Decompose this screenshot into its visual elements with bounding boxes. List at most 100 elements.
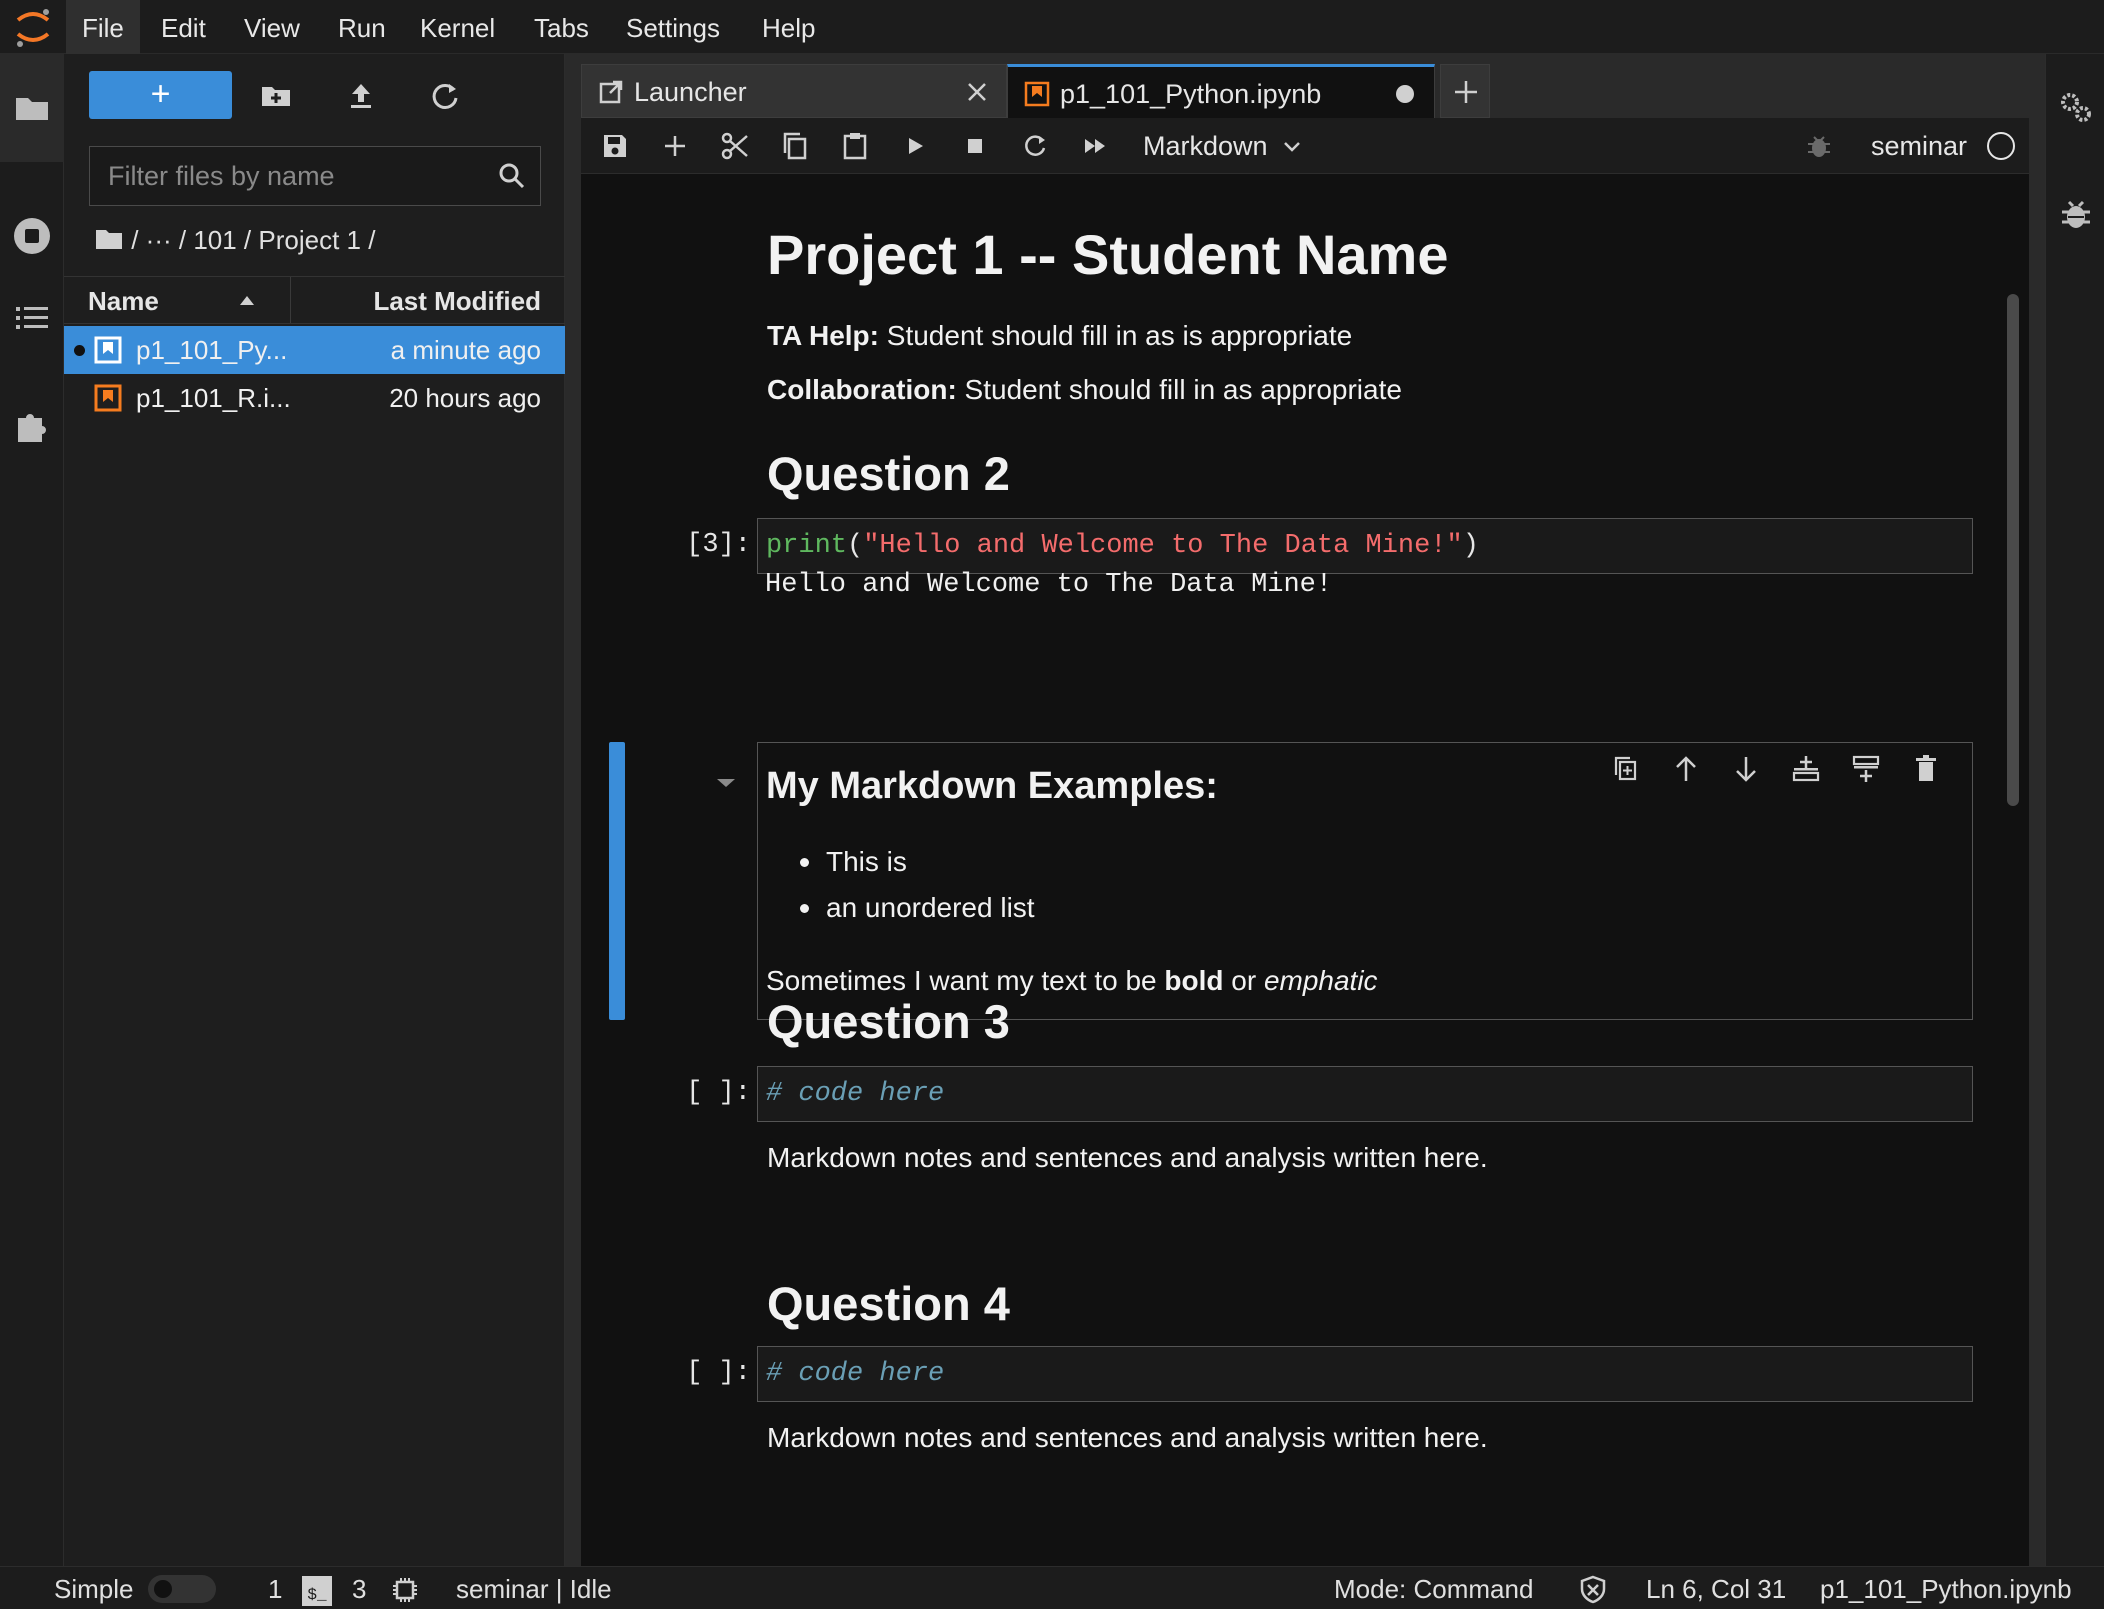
tab-label: p1_101_Python.ipynb bbox=[1060, 79, 1322, 109]
terminal-count[interactable]: 1 bbox=[268, 1567, 282, 1609]
restart-icon[interactable] bbox=[1017, 128, 1053, 164]
running-indicator-icon bbox=[74, 345, 85, 356]
file-browser: + / ··· / 101 / Project 1 / Name Last Mo… bbox=[64, 54, 565, 1566]
notebook-content[interactable]: Project 1 -- Student Name TA Help: Stude… bbox=[581, 174, 2029, 1566]
kernel-status-text[interactable]: seminar | Idle bbox=[456, 1567, 612, 1609]
kernel-name[interactable]: seminar bbox=[1871, 118, 1967, 174]
scroll-thumb[interactable] bbox=[2007, 294, 2019, 806]
notebook-icon bbox=[94, 384, 122, 412]
filter-files-input[interactable] bbox=[108, 147, 488, 205]
insert-cell-above-icon[interactable] bbox=[1790, 753, 1822, 785]
home-folder-icon[interactable] bbox=[94, 226, 124, 252]
cursor-position[interactable]: Ln 6, Col 31 bbox=[1646, 1567, 1786, 1609]
markdown-cell[interactable]: My Markdown Examples: This is an unorder… bbox=[757, 742, 1973, 1020]
menu-help[interactable]: Help bbox=[746, 0, 831, 54]
cell-type-select[interactable]: Markdown bbox=[1143, 118, 1268, 174]
breadcrumb[interactable]: / ··· / 101 / Project 1 / bbox=[94, 220, 375, 260]
question-4-heading: Question 4 bbox=[767, 1277, 1010, 1330]
breadcrumb-path[interactable]: / ··· / 101 / Project 1 / bbox=[131, 225, 375, 255]
save-icon[interactable] bbox=[597, 128, 633, 164]
duplicate-cell-icon[interactable] bbox=[1610, 753, 1642, 785]
table-of-contents-icon[interactable] bbox=[8, 294, 56, 342]
column-last-modified-header[interactable]: Last Modified bbox=[373, 277, 541, 323]
add-tab-button[interactable] bbox=[1440, 64, 1490, 118]
collaboration-text: Student should fill in as appropriate bbox=[956, 374, 1402, 405]
upload-icon[interactable] bbox=[341, 76, 381, 116]
code-cell-editor[interactable]: # code here bbox=[757, 1066, 1973, 1122]
copy-icon[interactable] bbox=[777, 128, 813, 164]
menu-view[interactable]: View bbox=[228, 0, 316, 54]
file-row[interactable]: p1_101_Py... a minute ago bbox=[64, 326, 565, 374]
collapse-caret-icon[interactable] bbox=[713, 774, 739, 792]
status-filename: p1_101_Python.ipynb bbox=[1820, 1574, 2072, 1604]
status-bar: Simple 1 $_ 3 seminar | Idle Mode: Comma… bbox=[0, 1566, 2104, 1609]
menu-file[interactable]: File bbox=[66, 0, 140, 54]
right-sidebar bbox=[2045, 54, 2104, 1566]
kernel-count[interactable]: 3 bbox=[352, 1567, 366, 1609]
kernel-chip-icon[interactable] bbox=[390, 1575, 420, 1605]
active-cell-indicator[interactable] bbox=[609, 742, 625, 1020]
stop-icon[interactable] bbox=[957, 128, 993, 164]
markdown-notes: Markdown notes and sentences and analysi… bbox=[767, 1142, 1488, 1173]
file-name[interactable]: p1_101_R.i... bbox=[136, 374, 291, 422]
trust-shield-icon[interactable] bbox=[1578, 1574, 1608, 1604]
menu-tabs[interactable]: Tabs bbox=[518, 0, 605, 54]
unsaved-changes-dot-icon[interactable] bbox=[1392, 81, 1418, 107]
run-icon[interactable] bbox=[897, 128, 933, 164]
cell-output: Hello and Welcome to The Data Mine! bbox=[765, 570, 1333, 600]
column-name-header[interactable]: Name bbox=[88, 277, 159, 323]
fast-forward-icon[interactable] bbox=[1077, 128, 1113, 164]
sort-ascending-icon[interactable] bbox=[238, 293, 256, 307]
debugger-bug-icon[interactable] bbox=[2052, 190, 2100, 238]
extensions-puzzle-icon[interactable] bbox=[8, 400, 56, 448]
markdown-sentence: Sometimes I want my text to be bold or e… bbox=[766, 965, 1378, 997]
new-launcher-button[interactable]: + bbox=[89, 71, 232, 119]
menu-settings[interactable]: Settings bbox=[610, 0, 736, 54]
notebook-panel: Markdown seminar Project 1 -- Student Na… bbox=[581, 118, 2029, 1566]
cut-icon[interactable] bbox=[717, 128, 753, 164]
code-paren-open: ( bbox=[847, 531, 864, 561]
cell-prompt: [ ]: bbox=[686, 1078, 751, 1108]
menu-kernel[interactable]: Kernel bbox=[404, 0, 511, 54]
move-down-icon[interactable] bbox=[1730, 753, 1762, 785]
question-2-heading: Question 2 bbox=[767, 447, 1010, 500]
notebook-mode[interactable]: Mode: Command bbox=[1334, 1567, 1533, 1609]
tab-launcher[interactable]: Launcher bbox=[581, 64, 1007, 118]
code-cell-editor[interactable]: print("Hello and Welcome to The Data Min… bbox=[757, 518, 1973, 574]
code-cell-editor[interactable]: # code here bbox=[757, 1346, 1973, 1402]
scrollbar[interactable] bbox=[2007, 294, 2019, 1552]
debugger-bug-icon[interactable] bbox=[1803, 130, 1835, 162]
code-comment[interactable]: # code here bbox=[766, 1347, 944, 1401]
menu-edit[interactable]: Edit bbox=[145, 0, 222, 54]
add-cell-icon[interactable] bbox=[657, 128, 693, 164]
chevron-down-icon[interactable] bbox=[1281, 136, 1303, 158]
move-up-icon[interactable] bbox=[1670, 753, 1702, 785]
insert-cell-below-icon[interactable] bbox=[1850, 753, 1882, 785]
list-item: an unordered list bbox=[798, 885, 1035, 931]
ta-help-text: Student should fill in as is appropriate bbox=[879, 320, 1353, 351]
code-comment[interactable]: # code here bbox=[766, 1067, 944, 1121]
code-line[interactable]: print("Hello and Welcome to The Data Min… bbox=[766, 519, 1479, 573]
menu-run[interactable]: Run bbox=[322, 0, 402, 54]
running-sessions-icon[interactable] bbox=[8, 212, 56, 260]
file-listing-header: Name Last Modified bbox=[64, 276, 565, 324]
main-dock-area: Launcher p1_101_Python.ipynb Markdown se… bbox=[565, 54, 2045, 1566]
cell-prompt: [ ]: bbox=[686, 1358, 751, 1388]
toggle-knob bbox=[154, 1580, 172, 1598]
new-folder-icon[interactable] bbox=[256, 76, 296, 116]
property-inspector-gears-icon[interactable] bbox=[2052, 84, 2100, 132]
filter-files-field[interactable] bbox=[89, 146, 541, 206]
simple-mode-toggle[interactable] bbox=[148, 1575, 216, 1603]
close-icon[interactable] bbox=[964, 79, 990, 105]
folder-icon[interactable] bbox=[8, 84, 56, 132]
file-name[interactable]: p1_101_Py... bbox=[136, 326, 287, 374]
question-3-heading: Question 3 bbox=[767, 995, 1010, 1048]
tab-notebook[interactable]: p1_101_Python.ipynb bbox=[1007, 64, 1435, 118]
file-row[interactable]: p1_101_R.i... 20 hours ago bbox=[64, 374, 565, 422]
column-divider[interactable] bbox=[290, 277, 291, 323]
list-item: This is bbox=[798, 839, 1035, 885]
paste-icon[interactable] bbox=[837, 128, 873, 164]
terminal-icon[interactable]: $_ bbox=[302, 1576, 332, 1606]
refresh-icon[interactable] bbox=[425, 76, 465, 116]
delete-cell-icon[interactable] bbox=[1910, 753, 1942, 785]
